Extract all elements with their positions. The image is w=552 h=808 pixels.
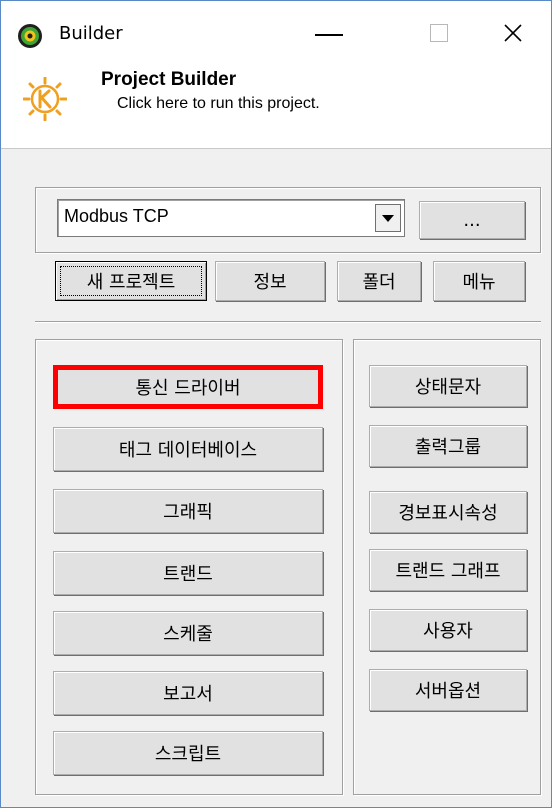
project-type-value: Modbus TCP (64, 206, 169, 226)
window-title: Builder (59, 23, 123, 44)
trend-button[interactable]: 트랜드 (53, 551, 323, 595)
green-gear-icon (18, 24, 42, 48)
project-header[interactable]: Project Builder Click here to run this p… (1, 63, 551, 149)
graphics-button[interactable]: 그래픽 (53, 489, 323, 533)
browse-button[interactable]: ... (419, 201, 525, 239)
new-project-button[interactable]: 새 프로젝트 (55, 261, 207, 301)
header-subtitle: Click here to run this project. (117, 95, 320, 112)
tag-database-button[interactable]: 태그 데이터베이스 (53, 427, 323, 471)
k-sun-logo-icon (23, 77, 67, 121)
separator (35, 321, 541, 323)
report-button[interactable]: 보고서 (53, 671, 323, 715)
menu-button[interactable]: 메뉴 (433, 261, 525, 301)
title-bar[interactable]: Builder (1, 1, 551, 63)
minimize-button[interactable] (291, 9, 367, 57)
dropdown-arrow-icon[interactable] (375, 204, 401, 232)
server-option-button[interactable]: 서버옵션 (369, 669, 527, 711)
builder-window: Builder Project Builder Click here to ru… (0, 0, 552, 808)
project-type-select[interactable]: Modbus TCP (57, 199, 405, 237)
script-button[interactable]: 스크립트 (53, 731, 323, 775)
user-button[interactable]: 사용자 (369, 609, 527, 651)
minimize-icon (315, 34, 343, 36)
header-title: Project Builder (101, 69, 237, 90)
status-text-button[interactable]: 상태문자 (369, 365, 527, 407)
trend-graph-button[interactable]: 트랜드 그래프 (369, 549, 527, 591)
maximize-icon (430, 24, 448, 42)
folder-button[interactable]: 폴더 (337, 261, 421, 301)
close-icon (504, 24, 522, 42)
output-group-button[interactable]: 출력그룹 (369, 425, 527, 467)
info-button[interactable]: 정보 (215, 261, 325, 301)
close-button[interactable] (475, 9, 551, 57)
schedule-button[interactable]: 스케줄 (53, 611, 323, 655)
alarm-display-property-button[interactable]: 경보표시속성 (369, 491, 527, 533)
maximize-button[interactable] (401, 9, 477, 57)
comm-driver-button[interactable]: 통신 드라이버 (53, 365, 323, 409)
